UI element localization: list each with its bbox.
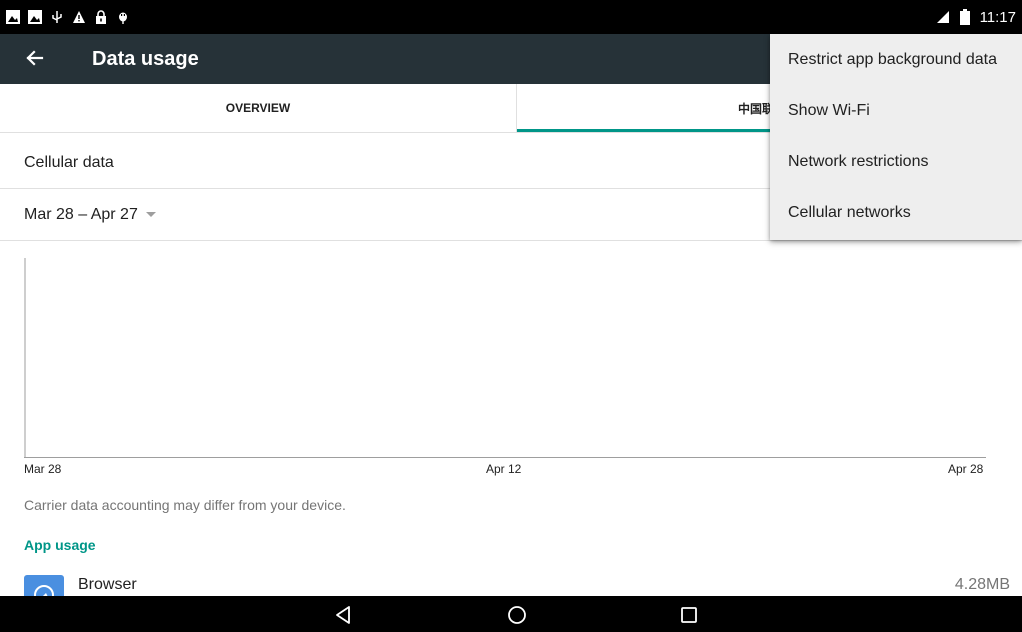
status-time: 11:17: [979, 8, 1016, 26]
tab-overview[interactable]: OVERVIEW: [0, 84, 516, 132]
billing-cycle-value: Mar 28 – Apr 27: [24, 206, 138, 223]
browser-app-icon: [24, 575, 64, 596]
dropdown-arrow-icon: [145, 212, 156, 218]
nav-back-button[interactable]: [333, 604, 355, 626]
status-bar: 11:17: [0, 0, 1022, 34]
warning-icon: [72, 10, 86, 24]
circle-home-icon: [508, 606, 526, 624]
usb-icon: [50, 10, 64, 24]
list-item[interactable]: Browser 4.28MB: [0, 572, 1022, 596]
usage-chart: [24, 258, 986, 458]
carrier-note: Carrier data accounting may differ from …: [24, 497, 346, 513]
menu-item-restrict-background[interactable]: Restrict app background data: [770, 34, 1022, 85]
signal-icon: [936, 10, 950, 24]
status-bar-system: 11:17: [936, 0, 1016, 34]
status-bar-notifications: [6, 0, 130, 34]
nav-home-button[interactable]: [506, 604, 528, 626]
chart-x-tick-label: Apr 28: [948, 462, 984, 476]
chart-x-tick-label: Apr 12: [486, 462, 522, 476]
lock-icon: [94, 10, 108, 24]
square-recents-icon: [681, 607, 697, 623]
debug-icon: [116, 10, 130, 24]
menu-item-cellular-networks[interactable]: Cellular networks: [770, 187, 1022, 238]
page-title: Data usage: [92, 48, 199, 70]
arrow-back-icon: [26, 50, 44, 66]
app-name: Browser: [78, 576, 137, 593]
tab-label: OVERVIEW: [225, 101, 291, 115]
app-data-size: 4.28MB: [954, 576, 1010, 593]
back-button[interactable]: [20, 43, 50, 73]
overflow-menu: Restrict app background data Show Wi-Fi …: [770, 34, 1022, 240]
image-icon: [6, 10, 20, 24]
cellular-data-label: Cellular data: [24, 154, 114, 171]
app-usage-header: App usage: [24, 537, 96, 553]
navigation-bar: [0, 596, 1022, 632]
battery-icon: [958, 9, 972, 25]
menu-item-network-restrictions[interactable]: Network restrictions: [770, 136, 1022, 187]
triangle-back-icon: [336, 606, 350, 624]
chart-x-tick-label: Mar 28: [24, 462, 62, 476]
image-icon: [28, 10, 42, 24]
nav-recents-button[interactable]: [678, 604, 700, 626]
menu-item-show-wifi[interactable]: Show Wi-Fi: [770, 85, 1022, 136]
billing-cycle-dropdown[interactable]: Mar 28 – Apr 27: [24, 206, 156, 224]
